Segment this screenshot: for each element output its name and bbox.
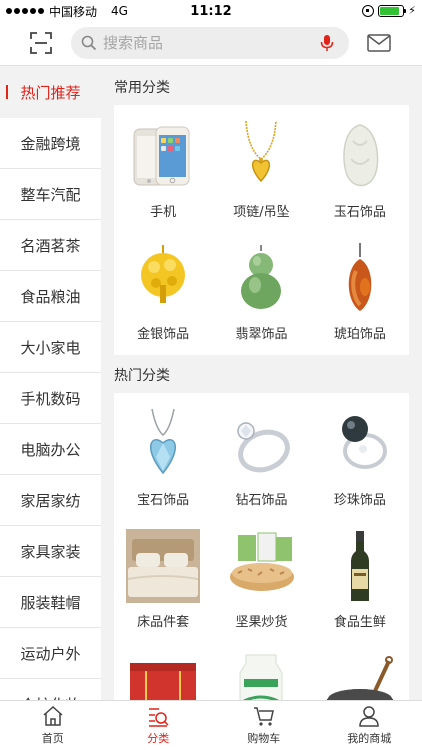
category-tile[interactable] — [114, 637, 212, 700]
category-label: 翡翠饰品 — [235, 327, 288, 342]
sidebar-item-sports[interactable]: 运动户外 — [0, 628, 101, 679]
milk-carton-image — [239, 654, 283, 700]
tab-cart[interactable]: 购物车 — [211, 701, 317, 750]
signal-strength-icon — [6, 8, 44, 14]
category-tile[interactable]: 床品件套 — [114, 515, 212, 637]
category-tile[interactable] — [311, 637, 409, 700]
tab-label: 购物车 — [247, 732, 281, 745]
search-icon — [81, 35, 97, 51]
cart-icon — [253, 707, 274, 726]
category-tile[interactable]: 手机 — [114, 105, 212, 227]
category-content: 常用分类 手机 项链/吊坠 玉石饰品 金银饰品 翡翠饰品 琥珀饰品 热门分类 宝… — [101, 67, 422, 700]
pearl-ring-image — [341, 416, 387, 469]
category-tile[interactable]: 琥珀饰品 — [311, 227, 409, 349]
category-tile[interactable]: 翡翠饰品 — [212, 227, 310, 349]
microphone-icon[interactable] — [319, 34, 335, 52]
smartphone-image — [133, 126, 190, 186]
category-tile[interactable]: 坚果炒货 — [212, 515, 310, 637]
category-label: 玉石饰品 — [333, 205, 386, 220]
tab-label: 我的商城 — [347, 732, 392, 745]
category-tile[interactable]: 金银饰品 — [114, 227, 212, 349]
mail-icon[interactable] — [367, 33, 391, 53]
category-tile[interactable]: 项链/吊坠 — [212, 105, 310, 227]
sidebar-item-food[interactable]: 食品粮油 — [0, 271, 101, 322]
tab-home[interactable]: 首页 — [0, 701, 106, 750]
red-storage-box-image — [130, 663, 197, 700]
rotation-lock-icon — [362, 4, 375, 17]
tab-label: 分类 — [147, 732, 170, 745]
sidebar-item-furniture[interactable]: 家具家装 — [0, 526, 101, 577]
category-tile[interactable]: 食品生鲜 — [311, 515, 409, 637]
category-label: 手机 — [150, 205, 177, 220]
scan-icon[interactable] — [30, 32, 52, 54]
sidebar-item-auto[interactable]: 整车汽配 — [0, 169, 101, 220]
heart-necklace-image — [245, 120, 278, 183]
sidebar-item-appliances[interactable]: 大小家电 — [0, 322, 101, 373]
oil-bottle-image — [350, 531, 369, 601]
category-label: 珍珠饰品 — [333, 493, 386, 508]
battery-icon — [378, 4, 407, 17]
common-category-grid: 手机 项链/吊坠 玉石饰品 金银饰品 翡翠饰品 琥珀饰品 — [114, 105, 409, 355]
sidebar-item-computers[interactable]: 电脑办公 — [0, 424, 101, 475]
jade-pendant-image — [343, 124, 379, 187]
jadeite-gourd-image — [241, 245, 282, 309]
category-tile[interactable] — [212, 637, 310, 700]
carrier-name: 中国移动 — [49, 4, 98, 19]
bedding-image — [126, 529, 201, 603]
category-label: 坚果炒货 — [235, 615, 288, 630]
search-bar[interactable] — [71, 27, 349, 59]
category-label: 琥珀饰品 — [333, 327, 386, 342]
category-label: 宝石饰品 — [137, 493, 190, 508]
network-type: 4G — [111, 4, 128, 18]
hot-section-title: 热门分类 — [114, 368, 170, 384]
home-icon — [43, 705, 63, 726]
category-label: 床品件套 — [137, 615, 190, 630]
category-label: 食品生鲜 — [333, 615, 386, 630]
category-label: 金银饰品 — [137, 327, 190, 342]
amber-pendant-image — [348, 243, 372, 311]
category-label: 项链/吊坠 — [233, 205, 290, 220]
sidebar-item-liquor-tea[interactable]: 名酒茗茶 — [0, 220, 101, 271]
search-input[interactable] — [103, 34, 303, 52]
hot-category-grid: 宝石饰品 钻石饰品 珍珠饰品 床品件套 坚果炒货 食品生鲜 — [114, 393, 409, 700]
category-label: 钻石饰品 — [235, 493, 288, 508]
sidebar-item-apparel[interactable]: 服装鞋帽 — [0, 577, 101, 628]
common-section-title: 常用分类 — [114, 80, 170, 96]
user-icon — [359, 706, 380, 727]
bottom-tab-bar: 首页 分类 购物车 我的商城 — [0, 700, 422, 750]
charging-icon: ⚡ — [408, 4, 416, 17]
gold-tree-pendant-image — [141, 245, 186, 303]
category-tile[interactable]: 宝石饰品 — [114, 393, 212, 515]
category-sidebar: 热门推荐 金融跨境 整车汽配 名酒茗茶 食品粮油 大小家电 手机数码 电脑办公 … — [0, 67, 101, 700]
sidebar-item-home-textiles[interactable]: 家居家纺 — [0, 475, 101, 526]
category-tile[interactable]: 珍珠饰品 — [311, 393, 409, 515]
category-icon — [149, 708, 169, 727]
diamond-ring-image — [237, 422, 291, 473]
wok-pan-image — [326, 656, 394, 700]
top-header — [0, 22, 422, 66]
gem-heart-pendant-image — [150, 408, 177, 475]
sidebar-item-cosmetics[interactable]: 个护化妆 — [0, 679, 101, 700]
sidebar-item-finance[interactable]: 金融跨境 — [0, 118, 101, 169]
category-tile[interactable]: 玉石饰品 — [311, 105, 409, 227]
nuts-bowl-image — [230, 532, 295, 591]
status-bar: 中国移动 4G 11:12 ⚡ — [0, 0, 422, 22]
sidebar-item-hot[interactable]: 热门推荐 — [0, 67, 101, 118]
tab-my-store[interactable]: 我的商城 — [317, 701, 422, 750]
sidebar-item-phones[interactable]: 手机数码 — [0, 373, 101, 424]
category-tile[interactable]: 钻石饰品 — [212, 393, 310, 515]
tab-label: 首页 — [41, 732, 64, 745]
tab-category[interactable]: 分类 — [106, 701, 212, 750]
